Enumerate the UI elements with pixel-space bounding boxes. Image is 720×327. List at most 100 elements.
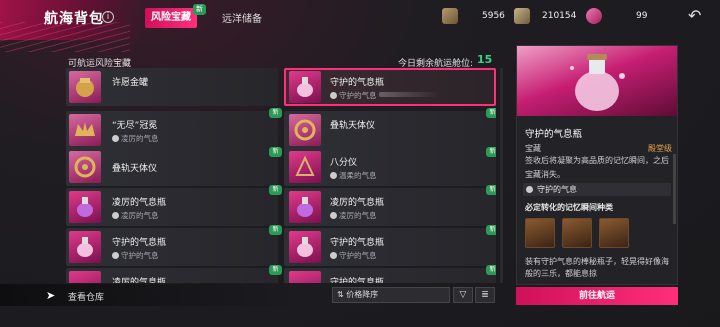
detail-flavor-text: 装有守护气息的棒秘瓶子，轻晃得好像海般的三乐，都能息掠	[525, 257, 669, 278]
item-sub: 守护的气息	[112, 250, 159, 261]
list-item-selected[interactable]: 守护的气息瓶 守护的气息	[284, 68, 496, 106]
ore-icon	[442, 8, 458, 24]
list-item[interactable]: 凌厉的气息瓶 凌厉的气息	[284, 188, 496, 226]
new-badge: 新	[486, 185, 496, 195]
new-badge: 新	[486, 108, 496, 118]
astrolabe-icon	[289, 114, 321, 146]
item-name: “无尽”冠冕	[112, 121, 158, 131]
gem-icon	[586, 8, 602, 24]
item-name: 守护的气息瓶	[330, 238, 385, 248]
item-name: 凌厉的气息瓶	[112, 278, 167, 283]
list-item[interactable]: “无尽”冠冕 凌厉的气息	[66, 111, 278, 149]
view-warehouse-link[interactable]: 查看仓库	[68, 290, 104, 303]
memory-moment-icon[interactable]	[525, 218, 555, 248]
aura-icon	[112, 252, 119, 259]
aura-icon	[112, 212, 119, 219]
list-item[interactable]: 许愿金罐	[66, 68, 278, 106]
list-item[interactable]: 凌厉的气息瓶	[66, 268, 278, 283]
coin-icon	[514, 8, 530, 24]
aura-icon	[330, 172, 337, 179]
bottle-icon	[69, 191, 101, 223]
item-name: 叠轨天体仪	[112, 164, 158, 174]
item-name: 守护的气息瓶	[112, 238, 167, 248]
go-ship-button[interactable]: 前往航运	[516, 287, 678, 305]
detail-attribute: 守护的气息	[523, 183, 671, 196]
item-sub: 凌厉的气息	[112, 133, 159, 144]
crown-icon	[69, 114, 101, 146]
new-badge: 新	[269, 147, 282, 157]
filter-button[interactable]: ▽	[453, 287, 473, 303]
item-name: 守护的气息瓶	[330, 278, 385, 283]
aura-icon	[112, 135, 119, 142]
tab-risk-treasure[interactable]: 风险宝藏	[145, 8, 197, 28]
detail-scrollbar[interactable]	[673, 154, 676, 224]
page-title: 航海背包	[44, 11, 104, 27]
memory-moment-icon[interactable]	[562, 218, 592, 248]
item-sub-label: 凌厉的气息	[121, 211, 159, 220]
slots-value: 15	[477, 53, 493, 66]
bottle-icon	[69, 231, 101, 263]
item-sub-label: 凌厉的气息	[339, 211, 377, 220]
sort-order-button[interactable]: ≣	[475, 287, 495, 303]
sort-select[interactable]: ⇅ 价格降序	[332, 287, 450, 303]
list-item[interactable]: 叠轨天体仪	[66, 148, 278, 186]
top-bar: 航海背包 i 风险宝藏 新 远洋储备 5956 210154 99 ↶	[0, 0, 720, 36]
list-item[interactable]: 叠轨天体仪	[284, 111, 496, 149]
sort-icon: ⇅	[337, 290, 347, 299]
item-sub: 凌厉的气息	[112, 210, 159, 221]
item-sub-label: 温柔的气息	[339, 171, 377, 180]
list-item[interactable]: 守护的气息瓶 守护的气息	[66, 228, 278, 266]
tab-ocean-reserve[interactable]: 远洋储备	[222, 10, 262, 25]
sort-label: 价格降序	[346, 290, 379, 299]
resource-ore-value: 5956	[482, 11, 505, 21]
aura-icon	[330, 252, 337, 259]
list-item[interactable]: 守护的气息瓶	[284, 268, 496, 283]
new-badge: 新	[269, 108, 282, 118]
new-badge: 新	[486, 147, 496, 157]
item-sub: 守护的气息	[330, 90, 377, 101]
filter-icon: ▽	[459, 290, 467, 300]
bottle-icon	[289, 231, 321, 263]
item-name: 八分仪	[330, 158, 358, 168]
item-name: 许愿金罐	[112, 78, 149, 88]
list-item[interactable]: 八分仪 温柔的气息	[284, 148, 496, 186]
item-sub: 守护的气息	[330, 250, 377, 261]
bottle-icon	[289, 271, 321, 283]
item-name: 凌厉的气息瓶	[112, 198, 167, 208]
memory-moment-icon[interactable]	[599, 218, 629, 248]
tab-new-badge: 新	[193, 4, 206, 15]
list-item[interactable]: 凌厉的气息瓶 凌厉的气息	[66, 188, 278, 226]
aura-icon	[330, 92, 337, 99]
detail-description: 签收后将凝聚为高品质的记忆瞬间，之后宝藏消失。	[525, 156, 669, 179]
new-badge: 新	[269, 265, 282, 275]
resource-gem-value: 99	[636, 11, 648, 21]
item-sub-label: 守护的气息	[339, 251, 377, 260]
octant-icon	[289, 151, 321, 183]
treasure-grid: 许愿金罐 守护的气息瓶 守护的气息 “无尽”冠冕 凌厉的气息 新 叠轨天体仪 新…	[66, 68, 496, 283]
sort-order-icon: ≣	[481, 290, 489, 300]
detail-attribute-label: 守护的气息	[537, 185, 577, 194]
detail-rarity: 殿堂级	[648, 144, 672, 153]
item-name: 叠轨天体仪	[330, 121, 376, 131]
item-sub-label: 守护的气息	[339, 91, 377, 100]
item-name: 凌厉的气息瓶	[330, 198, 385, 208]
new-badge: 新	[486, 225, 496, 235]
back-icon[interactable]: ↶	[688, 8, 706, 24]
list-item[interactable]: 守护的气息瓶 守护的气息	[284, 228, 496, 266]
item-sub-label: 凌厉的气息	[121, 134, 159, 143]
new-badge: 新	[269, 225, 282, 235]
item-name: 守护的气息瓶	[330, 78, 385, 88]
list-scrollbar[interactable]	[500, 68, 503, 283]
aura-icon	[526, 186, 533, 193]
item-sub: 温柔的气息	[330, 170, 377, 181]
info-icon[interactable]: i	[102, 11, 114, 23]
item-sub: 凌厉的气息	[330, 210, 377, 221]
arrow-icon: ➤	[46, 289, 56, 302]
bottle-icon	[289, 71, 321, 103]
detail-type: 宝藏	[525, 144, 541, 153]
jar-icon	[69, 71, 101, 103]
item-preview-image	[517, 46, 677, 116]
astrolabe-icon	[69, 151, 101, 183]
bottom-bar	[0, 284, 300, 306]
bottle-icon	[289, 191, 321, 223]
